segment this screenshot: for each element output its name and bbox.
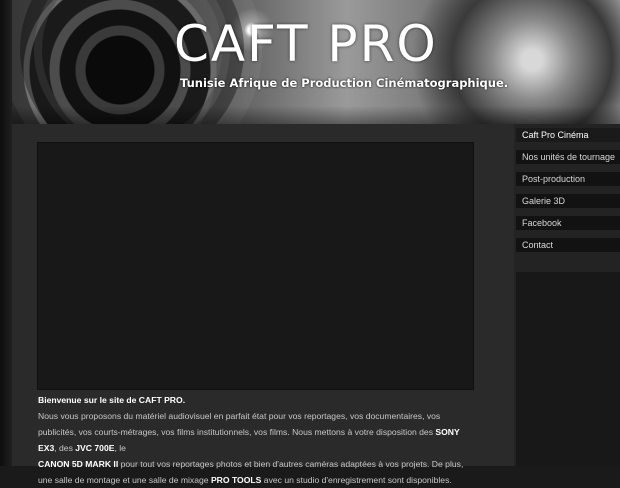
nav-item-post-production[interactable]: Post-production: [516, 172, 620, 186]
video-player[interactable]: [37, 142, 474, 390]
main-content: Bienvenue sur le site de CAFT PRO. Nous …: [12, 124, 514, 485]
site-title[interactable]: CAFT PRO: [174, 14, 438, 74]
header-banner: CAFT PRO Tunisie Afrique de Production C…: [12, 0, 620, 124]
sidebar-nav: Caft Pro Cinéma Nos unités de tournage P…: [514, 124, 620, 466]
nav-item-unites-tournage[interactable]: Nos unités de tournage: [516, 150, 620, 164]
nav-item-caft-pro-cinema[interactable]: Caft Pro Cinéma: [516, 128, 620, 142]
nav-item-facebook[interactable]: Facebook: [516, 216, 620, 230]
welcome-text-prefix: Bienvenue sur le site de: [38, 395, 139, 405]
intro-text: Bienvenue sur le site de CAFT PRO. Nous …: [38, 395, 464, 485]
nav-item-contact[interactable]: Contact: [516, 238, 620, 252]
nav-item-galerie-3d[interactable]: Galerie 3D: [516, 194, 620, 208]
sidebar-panel: [516, 272, 620, 466]
intro-paragraph-3: avec un studio d'enregistrement sont dis…: [261, 475, 452, 485]
camera-canon: CANON 5D MARK II: [38, 459, 119, 469]
site-tagline: Tunisie Afrique de Production Cinématogr…: [180, 76, 509, 90]
left-edge-strip: [0, 0, 12, 466]
camera-jvc: JVC 700E: [75, 443, 115, 453]
pro-tools: PRO TOOLS: [210, 475, 262, 485]
welcome-brand: CAFT PRO.: [138, 395, 186, 405]
intro-paragraph-1: Nous vous proposons du matériel audiovis…: [38, 411, 441, 437]
